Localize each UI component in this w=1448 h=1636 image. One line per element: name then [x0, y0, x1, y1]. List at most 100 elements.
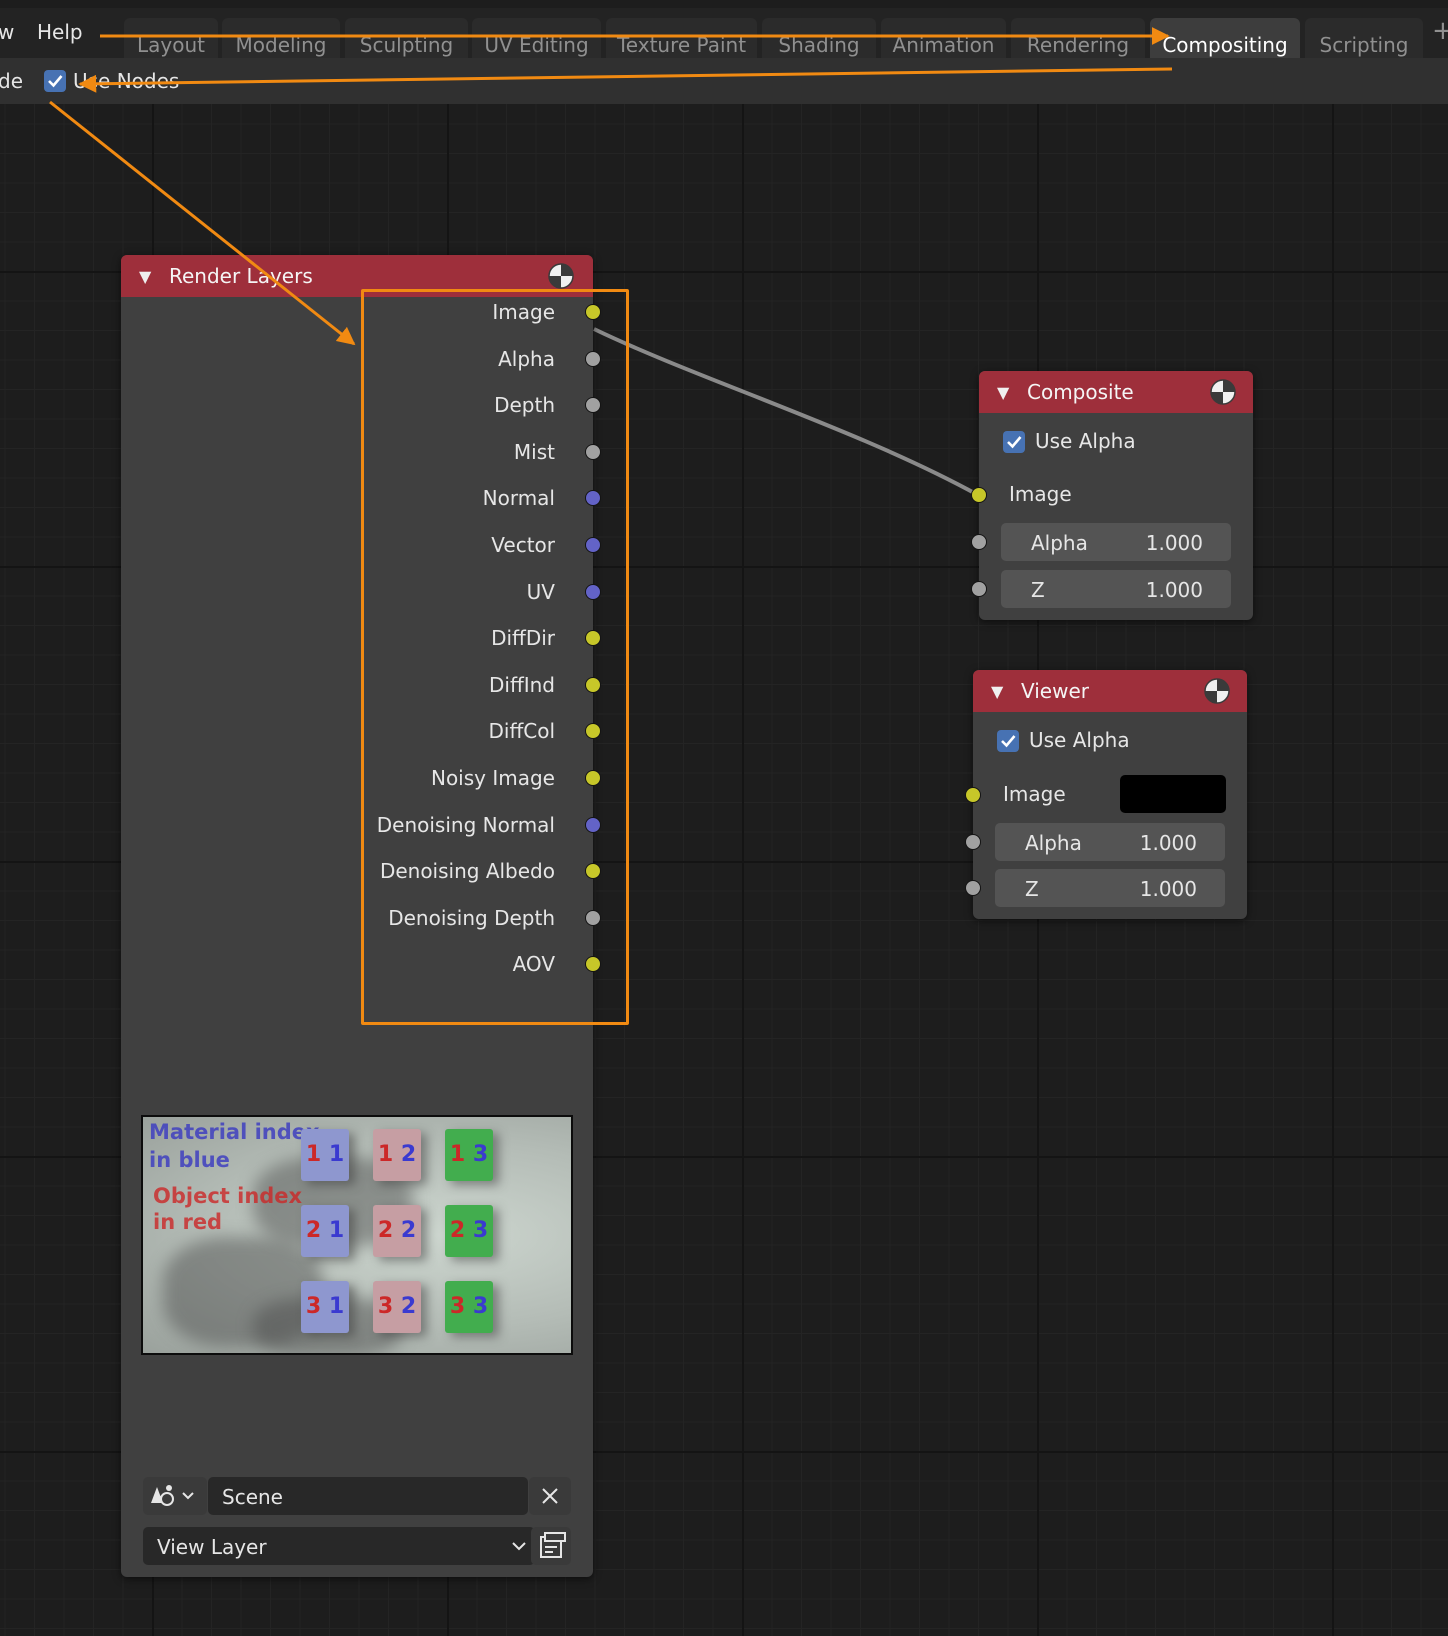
- use-nodes-label[interactable]: Use Nodes: [73, 69, 179, 93]
- tab-layout[interactable]: Layout: [124, 18, 218, 58]
- image-input-socket[interactable]: [965, 787, 981, 803]
- preview-cube: 2 3: [445, 1205, 493, 1257]
- use-alpha-checkbox[interactable]: [997, 730, 1019, 752]
- cube-object-index: 2: [449, 1218, 466, 1243]
- tab-uv-editing[interactable]: UV Editing: [472, 18, 601, 58]
- close-icon: [542, 1488, 558, 1504]
- cube-material-index: 3: [472, 1218, 489, 1243]
- render-icon: [548, 263, 574, 289]
- preview-text-material: Material index: [149, 1120, 320, 1144]
- cube-material-index: 1: [328, 1294, 345, 1319]
- tab-compositing[interactable]: Compositing: [1150, 18, 1300, 58]
- cube-material-index: 2: [400, 1142, 417, 1167]
- outputs-highlight-box: [361, 289, 629, 1025]
- preview-text-in-blue: in blue: [149, 1148, 230, 1172]
- collapse-arrow-icon[interactable]: ▼: [139, 267, 151, 286]
- cube-object-index: 1: [305, 1142, 322, 1167]
- editor-mode-fragment[interactable]: de: [0, 69, 23, 93]
- z-field-value: 1.000: [1145, 578, 1203, 602]
- image-color-swatch[interactable]: [1120, 775, 1226, 813]
- tab-scripting[interactable]: Scripting: [1305, 18, 1423, 58]
- viewer-node[interactable]: ▼ Viewer Use Alpha Image Alpha 1.000 Z 1…: [965, 670, 1247, 919]
- tab-texture-paint[interactable]: Texture Paint: [606, 18, 757, 58]
- z-field[interactable]: Z 1.000: [995, 869, 1225, 907]
- alpha-field-label: Alpha: [1031, 531, 1088, 555]
- cube-material-index: 1: [328, 1142, 345, 1167]
- collapse-arrow-icon[interactable]: ▼: [997, 383, 1009, 402]
- preview-cube: 1 1: [301, 1129, 349, 1181]
- alpha-field-label: Alpha: [1025, 831, 1082, 855]
- preview-cube: 1 3: [445, 1129, 493, 1181]
- checkmark-icon: [1001, 735, 1016, 748]
- render-preview-image: Material index in blue Object index in r…: [141, 1115, 573, 1355]
- scene-value: Scene: [222, 1485, 283, 1509]
- add-workspace-button[interactable]: +: [1432, 16, 1448, 46]
- node-header[interactable]: ▼ Viewer: [973, 670, 1247, 712]
- cube-material-index: 3: [472, 1142, 489, 1167]
- preview-cube: 3 1: [301, 1281, 349, 1333]
- menu-item-help[interactable]: Help: [37, 20, 83, 44]
- tab-animation[interactable]: Animation: [881, 18, 1006, 58]
- view-layer-icon: [540, 1532, 566, 1558]
- cube-material-index: 3: [472, 1294, 489, 1319]
- alpha-input-socket[interactable]: [965, 834, 981, 850]
- tab-shading[interactable]: Shading: [762, 18, 876, 58]
- tab-rendering[interactable]: Rendering: [1011, 18, 1145, 58]
- checkmark-icon: [48, 75, 63, 88]
- node-title: Composite: [1027, 380, 1134, 404]
- tab-modeling[interactable]: Modeling: [222, 18, 340, 58]
- use-nodes-checkbox[interactable]: [44, 70, 66, 92]
- composite-node[interactable]: ▼ Composite Use Alpha Image Alpha 1.000 …: [971, 371, 1253, 620]
- preview-cube: 2 1: [301, 1205, 349, 1257]
- cube-material-index: 2: [400, 1294, 417, 1319]
- preview-cube: 3 2: [373, 1281, 421, 1333]
- node-title: Render Layers: [169, 264, 313, 288]
- z-field-label: Z: [1025, 877, 1039, 901]
- render-icon: [1210, 379, 1236, 405]
- cube-object-index: 1: [449, 1142, 466, 1167]
- z-field-value: 1.000: [1139, 877, 1197, 901]
- alpha-field-value: 1.000: [1139, 831, 1197, 855]
- preview-cube: 1 2: [373, 1129, 421, 1181]
- preview-cube: 3 3: [445, 1281, 493, 1333]
- image-input-label: Image: [1009, 482, 1072, 506]
- preview-text-in-red: in red: [153, 1210, 223, 1234]
- node-header[interactable]: ▼ Composite: [979, 371, 1253, 413]
- z-field[interactable]: Z 1.000: [1001, 570, 1231, 608]
- scene-field[interactable]: Scene: [208, 1477, 528, 1515]
- z-input-socket[interactable]: [965, 880, 981, 896]
- cube-object-index: 2: [377, 1218, 394, 1243]
- preview-cube: 2 2: [373, 1205, 421, 1257]
- cube-material-index: 1: [328, 1218, 345, 1243]
- scene-selector-button[interactable]: [143, 1477, 207, 1515]
- use-alpha-checkbox[interactable]: [1003, 431, 1025, 453]
- z-field-label: Z: [1031, 578, 1045, 602]
- alpha-field[interactable]: Alpha 1.000: [1001, 523, 1231, 561]
- render-icon: [1204, 678, 1230, 704]
- node-title: Viewer: [1021, 679, 1089, 703]
- alpha-input-socket[interactable]: [971, 534, 987, 550]
- alpha-field-value: 1.000: [1145, 531, 1203, 555]
- cube-object-index: 3: [377, 1294, 394, 1319]
- cube-material-index: 2: [400, 1218, 417, 1243]
- cube-object-index: 2: [305, 1218, 322, 1243]
- alpha-field[interactable]: Alpha 1.000: [995, 823, 1225, 861]
- clear-scene-button[interactable]: [529, 1477, 571, 1515]
- workspace-topbar: w Help Layout Modeling Sculpting UV Edit…: [0, 8, 1448, 58]
- view-layer-value: View Layer: [157, 1535, 267, 1559]
- scene-icon: [151, 1485, 194, 1506]
- view-layer-dropdown[interactable]: View Layer: [143, 1527, 535, 1565]
- cube-object-index: 1: [377, 1142, 394, 1167]
- checkmark-icon: [1007, 436, 1022, 449]
- tab-sculpting[interactable]: Sculpting: [345, 18, 468, 58]
- use-alpha-label[interactable]: Use Alpha: [1029, 728, 1130, 752]
- chevron-down-icon: [512, 1542, 526, 1551]
- menu-item-window[interactable]: w: [0, 20, 14, 44]
- cube-object-index: 3: [305, 1294, 322, 1319]
- use-alpha-label[interactable]: Use Alpha: [1035, 429, 1136, 453]
- image-input-socket[interactable]: [971, 487, 987, 503]
- collapse-arrow-icon[interactable]: ▼: [991, 682, 1003, 701]
- editor-header: de Use Nodes: [0, 58, 1448, 104]
- view-layer-browse-button[interactable]: [531, 1527, 571, 1565]
- z-input-socket[interactable]: [971, 581, 987, 597]
